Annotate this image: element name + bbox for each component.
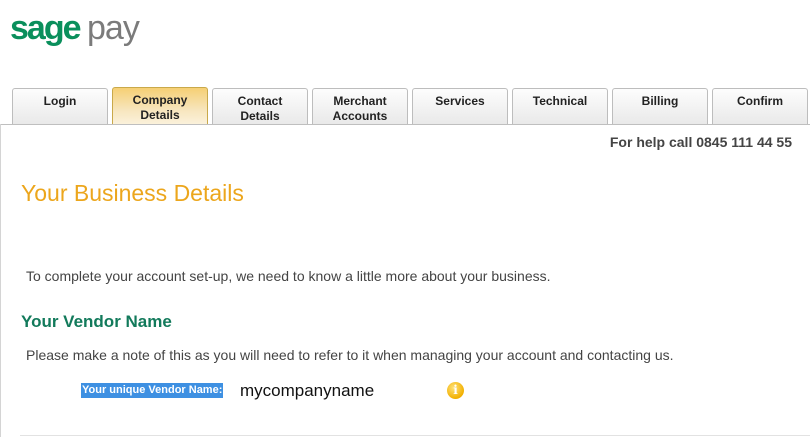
- tab-services[interactable]: Services: [412, 88, 508, 124]
- page-title: Your Business Details: [21, 180, 244, 206]
- vendor-name-value: mycompanyname: [240, 381, 375, 400]
- tab-contact-details[interactable]: Contact Details: [212, 88, 308, 124]
- tab-label: Contact Details: [237, 94, 283, 123]
- tab-confirm[interactable]: Confirm: [712, 88, 808, 124]
- divider: [20, 435, 810, 436]
- tab-company-details[interactable]: Company Details: [112, 87, 208, 125]
- help-phone-text: For help call 0845 111 44 55: [609, 134, 792, 150]
- section-title: Your Vendor Name: [21, 312, 172, 331]
- tab-login[interactable]: Login: [12, 88, 108, 124]
- tab-divider: [0, 124, 810, 125]
- info-icon[interactable]: i: [447, 382, 464, 399]
- tab-label: Company Details: [132, 93, 188, 122]
- logo-sage: sage: [10, 9, 81, 47]
- tab-label: Billing: [641, 94, 679, 108]
- intro-text: To complete your account set-up, we need…: [26, 268, 551, 284]
- tab-label: Merchant Accounts: [332, 94, 388, 123]
- content-frame-border: [0, 124, 1, 437]
- vendor-name-label: Your unique Vendor Name:: [81, 383, 224, 398]
- tab-label: Confirm: [737, 94, 783, 108]
- tab-label: Services: [435, 94, 485, 108]
- tab-label: Login: [43, 94, 77, 108]
- tab-merchant-accounts[interactable]: Merchant Accounts: [312, 88, 408, 124]
- tab-label: Technical: [532, 94, 588, 108]
- note-text: Please make a note of this as you will n…: [26, 347, 674, 363]
- progress-tabs: Login Company Details Contact Details Me…: [0, 86, 810, 125]
- tab-technical[interactable]: Technical: [512, 88, 608, 124]
- logo-pay: pay: [87, 9, 140, 47]
- tab-billing[interactable]: Billing: [612, 88, 708, 124]
